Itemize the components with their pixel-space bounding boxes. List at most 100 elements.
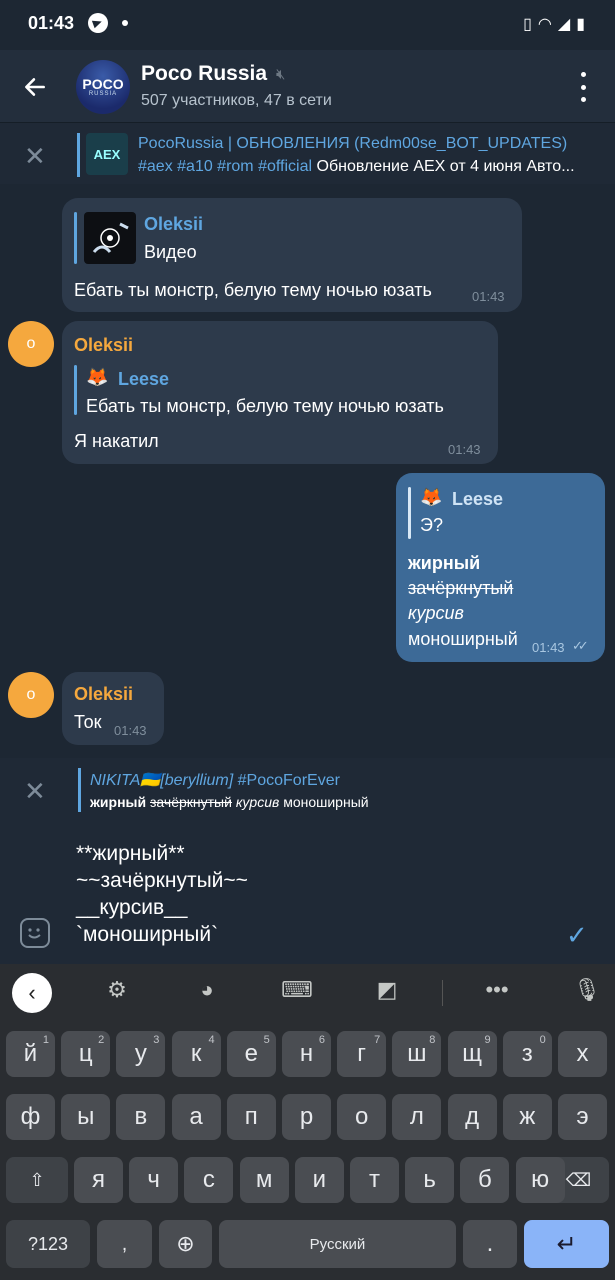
key-number-hint: 3 xyxy=(153,1034,160,1046)
reply-bar xyxy=(74,212,77,264)
key[interactable]: о xyxy=(337,1094,387,1140)
key[interactable]: щ9 xyxy=(447,1031,497,1077)
sender-name[interactable]: Oleksii xyxy=(74,684,133,705)
enter-key[interactable]: ↵ xyxy=(524,1220,609,1268)
key[interactable]: х xyxy=(558,1031,607,1077)
key[interactable]: ф xyxy=(6,1094,55,1140)
key[interactable]: м xyxy=(239,1157,289,1203)
key-number-hint: 1 xyxy=(42,1034,49,1046)
key[interactable]: ь xyxy=(405,1157,455,1203)
symbols-key[interactable]: ?123 xyxy=(6,1220,90,1268)
avatar[interactable]: o xyxy=(8,672,54,718)
space-key[interactable]: Русский xyxy=(219,1220,456,1268)
pinned-thumb-label: AEX xyxy=(93,146,121,162)
pinned-body: Обновление AEX от 4 июня Авто... xyxy=(312,158,575,175)
video-thumbnail xyxy=(84,212,136,264)
settings-icon[interactable]: ⚙ xyxy=(97,977,137,1003)
send-check-icon[interactable]: ✓ xyxy=(566,920,588,951)
key[interactable]: в xyxy=(116,1094,166,1140)
pinned-title: PocoRussia | ОБНОВЛЕНИЯ (Redm00se_BOT_UP… xyxy=(138,135,568,152)
key[interactable]: е5 xyxy=(226,1031,276,1077)
key-number-hint: 8 xyxy=(429,1034,436,1046)
key[interactable]: т xyxy=(350,1157,399,1203)
key[interactable]: р xyxy=(282,1094,331,1140)
bold-line: жирный xyxy=(408,553,481,573)
key[interactable]: п xyxy=(226,1094,276,1140)
key[interactable]: л xyxy=(392,1094,442,1140)
compose-reply-panel[interactable]: ✕ NIKITA🇺🇦[beryllium] #PocoForEver жирны… xyxy=(0,758,615,830)
key-number-hint: 9 xyxy=(484,1034,491,1046)
key-number-hint: 4 xyxy=(208,1034,215,1046)
message-bubble[interactable]: Oleksii 🦊 Leese Ебать ты монстр, белую т… xyxy=(62,321,498,464)
notification-dot-icon xyxy=(122,20,128,26)
chat-subtitle: 507 участников, 47 в сети xyxy=(141,92,332,109)
wifi-icon: ◠ xyxy=(537,16,558,33)
floating-keyboard-icon[interactable]: ◩ xyxy=(367,977,407,1003)
message-bubble[interactable]: Oleksii Ток 01:43 xyxy=(62,672,164,745)
key-label: й xyxy=(23,1040,38,1067)
chat-title[interactable]: Poco Russia xyxy=(141,62,267,86)
key[interactable]: с xyxy=(184,1157,234,1203)
message-input-area: **жирный** ~~зачёркнутый~~ __курсив__ `м… xyxy=(0,830,615,964)
key[interactable]: ю xyxy=(515,1157,565,1203)
battery-icon: ▮ xyxy=(576,16,591,33)
status-icons: ▯◠◢▮ xyxy=(523,14,591,34)
message-bubble[interactable]: Oleksii Видео Ебать ты монстр, белую тем… xyxy=(62,198,522,312)
globe-icon[interactable]: ⊕ xyxy=(159,1220,212,1268)
preview-bold: жирный xyxy=(90,794,147,810)
avatar[interactable]: o xyxy=(8,321,54,367)
key-number-hint: 6 xyxy=(318,1034,325,1046)
key[interactable]: у3 xyxy=(116,1031,166,1077)
keyboard-toolbar: ‹ ⚙ ◕ ⌨ ◩ ••• 🎙︎ xyxy=(0,964,615,1020)
comma-key[interactable]: , xyxy=(97,1220,152,1268)
key-label: ц xyxy=(78,1040,93,1067)
key[interactable]: б xyxy=(460,1157,510,1203)
read-checks-icon: ✓✓ xyxy=(572,638,589,653)
more-icon[interactable]: ••• xyxy=(477,977,517,1003)
keyboard-layout-icon[interactable]: ⌨ xyxy=(277,977,317,1003)
sender-name[interactable]: Oleksii xyxy=(74,335,133,356)
pinned-thumbnail: AEX xyxy=(86,133,128,175)
key[interactable]: ш8 xyxy=(392,1031,442,1077)
back-arrow-icon[interactable] xyxy=(22,74,48,100)
pinned-tags: #aex #a10 #rom #official xyxy=(138,158,313,175)
group-avatar[interactable]: POCO RUSSIA xyxy=(76,60,130,114)
keyboard-row-1: й1ц2у3к4е5н6г7ш8щ9з0х xyxy=(0,1031,615,1077)
shift-key[interactable]: ⇧ xyxy=(6,1157,68,1203)
key[interactable]: й1 xyxy=(6,1031,55,1077)
message-text: Ебать ты монстр, белую тему ночью юзать xyxy=(74,280,432,300)
key[interactable]: э xyxy=(558,1094,607,1140)
reply-sender: Leese xyxy=(452,489,504,509)
outgoing-message-bubble[interactable]: 🦊 Leese Э? жирный зачёркнутый курсив мон… xyxy=(396,473,605,662)
keyboard-back-icon[interactable]: ‹ xyxy=(12,973,52,1013)
key-label: щ xyxy=(462,1040,482,1067)
microphone-icon[interactable]: 🎙︎ xyxy=(567,977,607,1003)
theme-palette-icon[interactable]: ◕ xyxy=(187,977,227,1003)
key[interactable]: а xyxy=(171,1094,221,1140)
keyboard: ‹ ⚙ ◕ ⌨ ◩ ••• 🎙︎ й1ц2у3к4е5н6г7ш8щ9з0х ф… xyxy=(0,964,615,1280)
close-icon[interactable]: ✕ xyxy=(24,776,46,807)
pinned-message[interactable]: ✕ AEX PocoRussia | ОБНОВЛЕНИЯ (Redm00se_… xyxy=(0,122,615,184)
message-input[interactable]: **жирный** ~~зачёркнутый~~ __курсив__ `м… xyxy=(76,840,248,948)
key-label: х xyxy=(576,1040,589,1067)
period-key[interactable]: . xyxy=(463,1220,517,1268)
key[interactable]: д xyxy=(447,1094,497,1140)
key[interactable]: ж xyxy=(502,1094,552,1140)
key[interactable]: ы xyxy=(61,1094,111,1140)
key[interactable]: и xyxy=(294,1157,344,1203)
mono-line: моноширный xyxy=(408,629,518,649)
key[interactable]: к4 xyxy=(171,1031,221,1077)
reply-target-tag: #PocoForEver xyxy=(233,772,340,789)
emoji-icon[interactable] xyxy=(20,918,50,948)
key[interactable]: ц2 xyxy=(61,1031,111,1077)
key[interactable]: н6 xyxy=(282,1031,331,1077)
key-number-hint: 0 xyxy=(539,1034,546,1046)
key[interactable]: ч xyxy=(129,1157,179,1203)
key[interactable]: г7 xyxy=(337,1031,387,1077)
key[interactable]: я xyxy=(74,1157,123,1203)
key[interactable]: з0 xyxy=(502,1031,552,1077)
more-options-icon[interactable] xyxy=(576,72,590,102)
close-icon[interactable]: ✕ xyxy=(24,141,46,172)
key-label: г xyxy=(357,1040,367,1067)
reply-text: Ебать ты монстр, белую тему ночью юзать xyxy=(86,396,444,416)
